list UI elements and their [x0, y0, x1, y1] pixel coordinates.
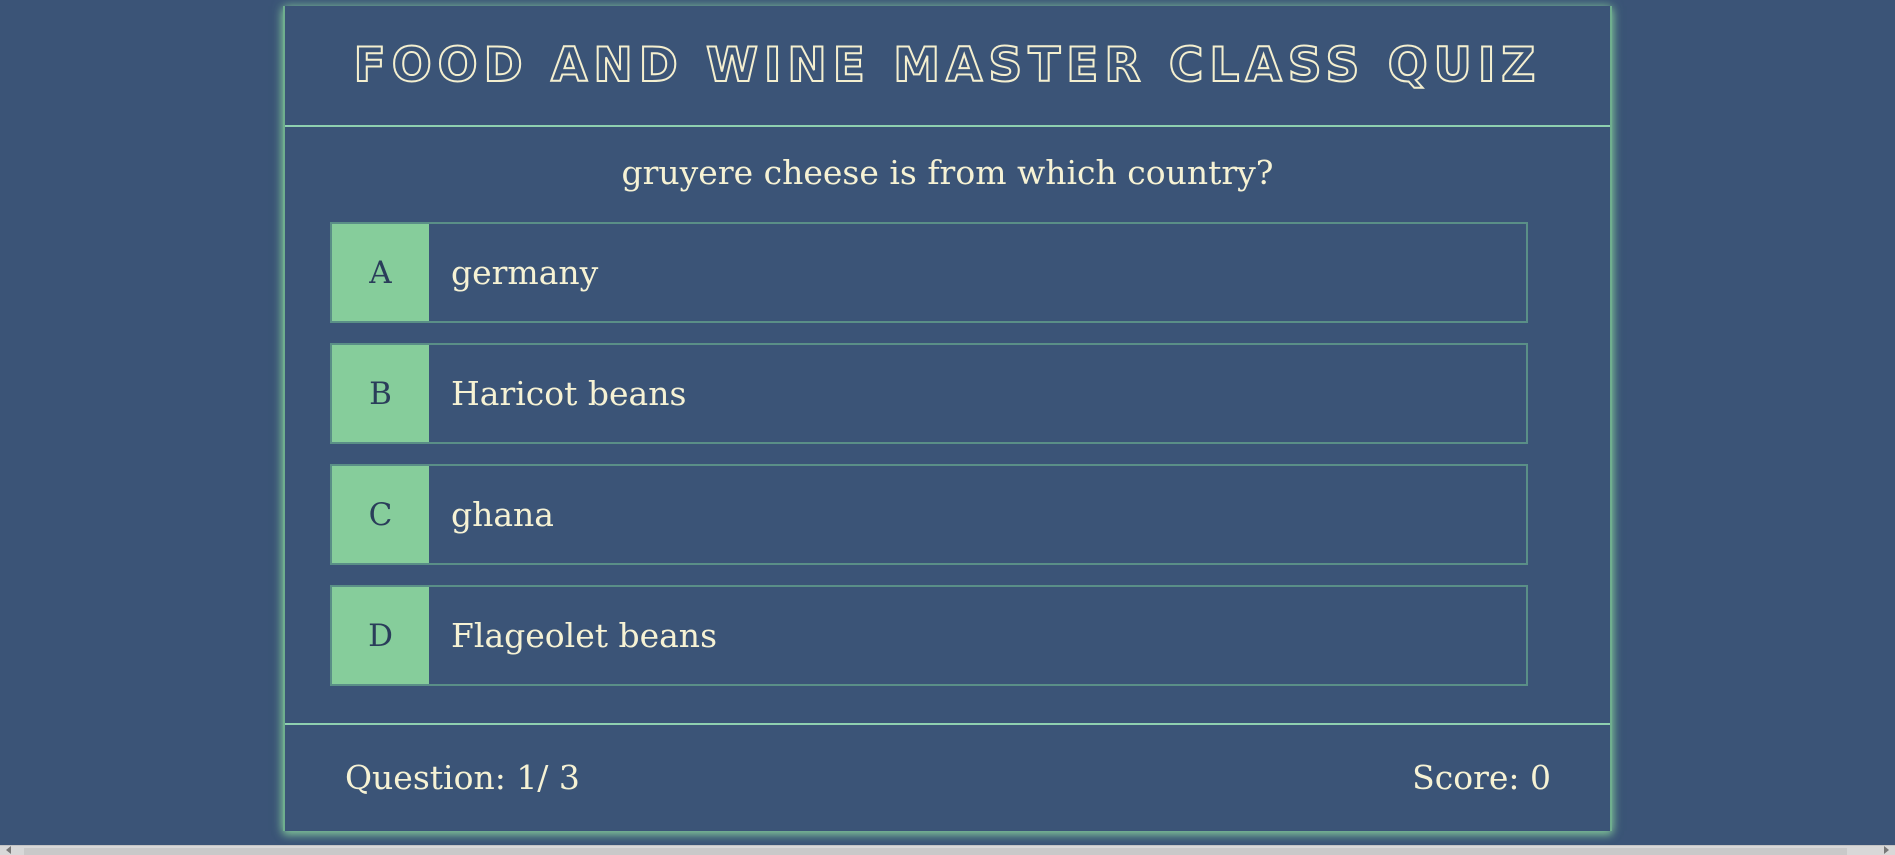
scrollbar-thumb[interactable] [24, 848, 1847, 855]
horizontal-scrollbar[interactable] [0, 845, 1895, 855]
answer-text: ghana [451, 495, 554, 534]
answer-option-d[interactable]: D Flageolet beans [330, 585, 1528, 686]
quiz-header: Food and Wine Master Class Quiz [285, 6, 1610, 127]
answer-list: A germany B Haricot beans C ghana D Flag… [330, 222, 1528, 706]
answer-option-a[interactable]: A germany [330, 222, 1528, 323]
answer-option-c[interactable]: C ghana [330, 464, 1528, 565]
quiz-title: Food and Wine Master Class Quiz [353, 37, 1542, 94]
question-text: gruyere cheese is from which country? [621, 153, 1274, 192]
answer-letter: B [332, 345, 429, 442]
answer-text: germany [451, 253, 599, 292]
scroll-right-arrow-icon[interactable] [1884, 846, 1889, 854]
answer-text: Haricot beans [451, 374, 687, 413]
quiz-card: Food and Wine Master Class Quiz gruyere … [283, 6, 1612, 831]
quiz-page: Food and Wine Master Class Quiz gruyere … [0, 0, 1895, 855]
answer-letter: A [332, 224, 429, 321]
answer-text: Flageolet beans [451, 616, 717, 655]
answer-letter: C [332, 466, 429, 563]
quiz-footer: Question: 1/ 3 Score: 0 [285, 723, 1610, 829]
answer-letter: D [332, 587, 429, 684]
score-display: Score: 0 [1412, 757, 1551, 797]
question-counter: Question: 1/ 3 [345, 757, 580, 797]
scroll-left-arrow-icon[interactable] [6, 846, 11, 854]
answer-option-b[interactable]: B Haricot beans [330, 343, 1528, 444]
